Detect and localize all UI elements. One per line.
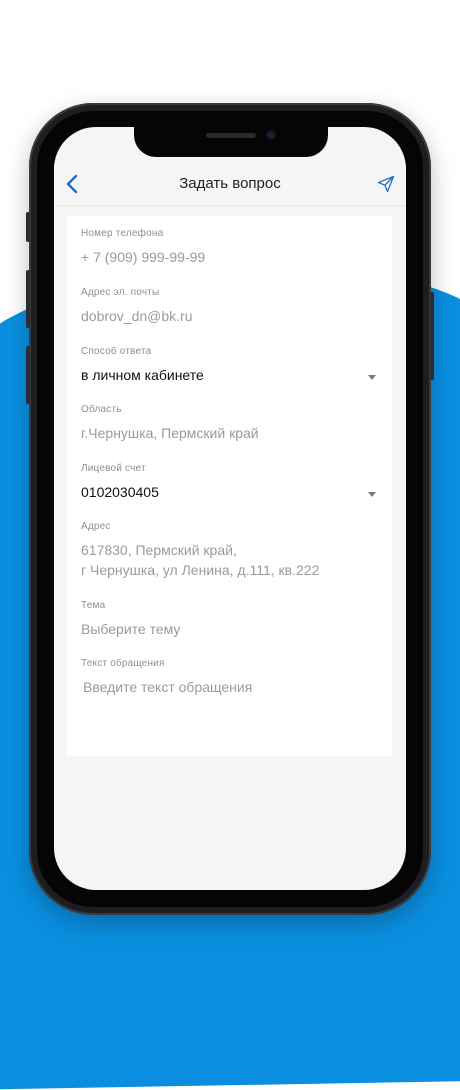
email-value: dobrov_dn@bk.ru [81, 308, 193, 324]
email-field[interactable]: Адрес эл. почты dobrov_dn@bk.ru [81, 287, 378, 324]
phone-field[interactable]: Номер телефона + 7 (909) 999-99-99 [81, 228, 378, 265]
message-field[interactable]: Текст обращения Введите текст обращения [81, 658, 378, 695]
email-label: Адрес эл. почты [81, 287, 160, 298]
topic-label: Тема [81, 600, 106, 611]
address-value: 617830, Пермский край, г Чернушка, ул Ле… [81, 540, 378, 580]
region-value: г.Чернушка, Пермский край [81, 425, 259, 441]
answer-method-select[interactable]: Способ ответа в личном кабинете [81, 346, 378, 383]
question-form: Номер телефона + 7 (909) 999-99-99 Адрес… [67, 216, 392, 756]
address-line-1: 617830, Пермский край, [81, 542, 237, 558]
volume-up-button [26, 270, 30, 328]
phone-screen: Задать вопрос Номер телефона + 7 (909) 9… [54, 127, 406, 890]
topic-placeholder: Выберите тему [81, 621, 181, 637]
navigation-bar: Задать вопрос [54, 165, 406, 206]
phone-label: Номер телефона [81, 228, 164, 239]
account-value: 0102030405 [81, 484, 159, 500]
front-camera [266, 130, 276, 140]
back-button[interactable] [60, 169, 84, 199]
topic-select[interactable]: Тема Выберите тему [81, 600, 378, 637]
address-line-2: г Чернушка, ул Ленина, д.111, кв.222 [81, 562, 320, 578]
region-label: Область [81, 404, 122, 415]
dropdown-arrow-icon [368, 492, 376, 497]
power-button [430, 292, 434, 380]
mute-switch [26, 212, 30, 242]
message-placeholder: Введите текст обращения [83, 679, 253, 695]
speaker-grille [206, 133, 256, 138]
send-icon [377, 175, 395, 193]
answer-method-value: в личном кабинете [81, 367, 204, 383]
account-label: Лицевой счет [81, 463, 146, 474]
phone-value: + 7 (909) 999-99-99 [81, 249, 206, 265]
send-button[interactable] [374, 172, 398, 196]
address-field[interactable]: Адрес 617830, Пермский край, г Чернушка,… [81, 521, 378, 580]
volume-down-button [26, 346, 30, 404]
notch [134, 127, 328, 157]
chevron-left-icon [66, 174, 78, 194]
region-field[interactable]: Область г.Чернушка, Пермский край [81, 404, 378, 441]
answer-method-label: Способ ответа [81, 346, 152, 357]
address-label: Адрес [81, 521, 111, 532]
message-label: Текст обращения [81, 658, 165, 669]
page-title: Задать вопрос [179, 175, 281, 192]
dropdown-arrow-icon [368, 375, 376, 380]
account-select[interactable]: Лицевой счет 0102030405 [81, 463, 378, 500]
